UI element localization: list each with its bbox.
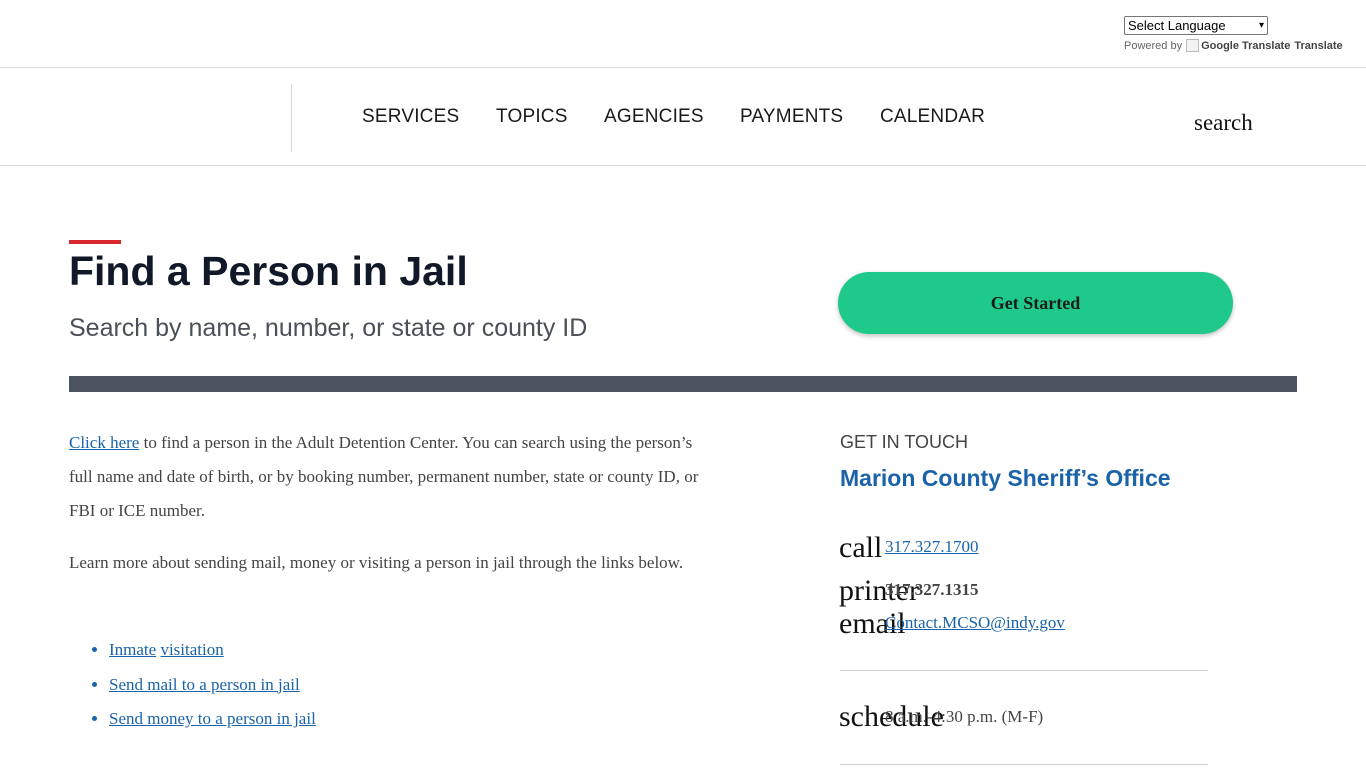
powered-by-label: Powered by <box>1124 39 1183 52</box>
office-hours: 8 a.m.-4:30 p.m. (M-F) <box>885 707 1044 726</box>
title-accent <box>69 240 121 244</box>
language-select[interactable]: Select Language ▾ <box>1124 16 1268 35</box>
page-subtitle: Search by name, number, or state or coun… <box>69 314 588 342</box>
language-select-label: Select Language <box>1128 18 1226 33</box>
main-nav: SERVICES TOPICS AGENCIES PAYMENTS CALEND… <box>0 68 1366 166</box>
nav-item-services[interactable]: SERVICES <box>362 106 459 128</box>
list-item: Send money to a person in jail <box>109 702 316 737</box>
contact-divider <box>840 764 1208 765</box>
powered-by: Powered by Google Translate Translate <box>1124 39 1343 52</box>
section-divider-bar <box>69 376 1297 392</box>
learn-more-paragraph: Learn more about sending mail, money or … <box>69 553 684 572</box>
translate-bar: Select Language ▾ Powered by Google Tran… <box>0 0 1366 68</box>
send-money-link[interactable]: Send money to a person in jail <box>109 709 316 728</box>
get-started-button[interactable]: Get Started <box>838 272 1233 334</box>
broken-image-icon <box>1186 39 1200 52</box>
get-in-touch-heading: GET IN TOUCH <box>840 432 969 452</box>
click-here-link[interactable]: Click here <box>69 433 139 452</box>
contact-divider <box>840 670 1208 671</box>
nav-item-calendar[interactable]: CALENDAR <box>880 106 985 128</box>
intro-text: to find a person in the Adult Detention … <box>69 433 699 520</box>
phone-link[interactable]: 317.327.1700 <box>885 538 979 555</box>
fax-number: 317.327.1315 <box>885 580 979 599</box>
translate-link[interactable]: Translate <box>1294 40 1342 52</box>
org-name[interactable]: Marion County Sheriff’s Office <box>840 465 1171 492</box>
nav-divider <box>291 84 292 152</box>
nav-item-payments[interactable]: PAYMENTS <box>740 106 843 128</box>
visitation-link[interactable]: visitation <box>160 640 223 659</box>
send-mail-link[interactable]: Send mail to a person in jail <box>109 675 300 694</box>
google-translate-alt[interactable]: Google Translate <box>1201 40 1290 52</box>
resource-links: Inmate visitation Send mail to a person … <box>109 633 316 737</box>
main-content: Click here to find a person in the Adult… <box>69 426 709 598</box>
inmate-link[interactable]: Inmate <box>109 640 156 659</box>
nav-item-agencies[interactable]: AGENCIES <box>604 106 704 128</box>
nav-item-topics[interactable]: TOPICS <box>496 106 568 128</box>
list-item: Inmate visitation <box>109 633 316 668</box>
chevron-down-icon: ▾ <box>1258 20 1264 31</box>
list-item: Send mail to a person in jail <box>109 668 316 703</box>
intro-paragraph: Click here to find a person in the Adult… <box>69 426 709 528</box>
call-icon: call <box>839 531 883 564</box>
email-link[interactable]: Contact.MCSO@indy.gov <box>885 614 1065 631</box>
page-title: Find a Person in Jail <box>69 248 468 294</box>
search-icon[interactable]: search <box>1194 110 1253 136</box>
